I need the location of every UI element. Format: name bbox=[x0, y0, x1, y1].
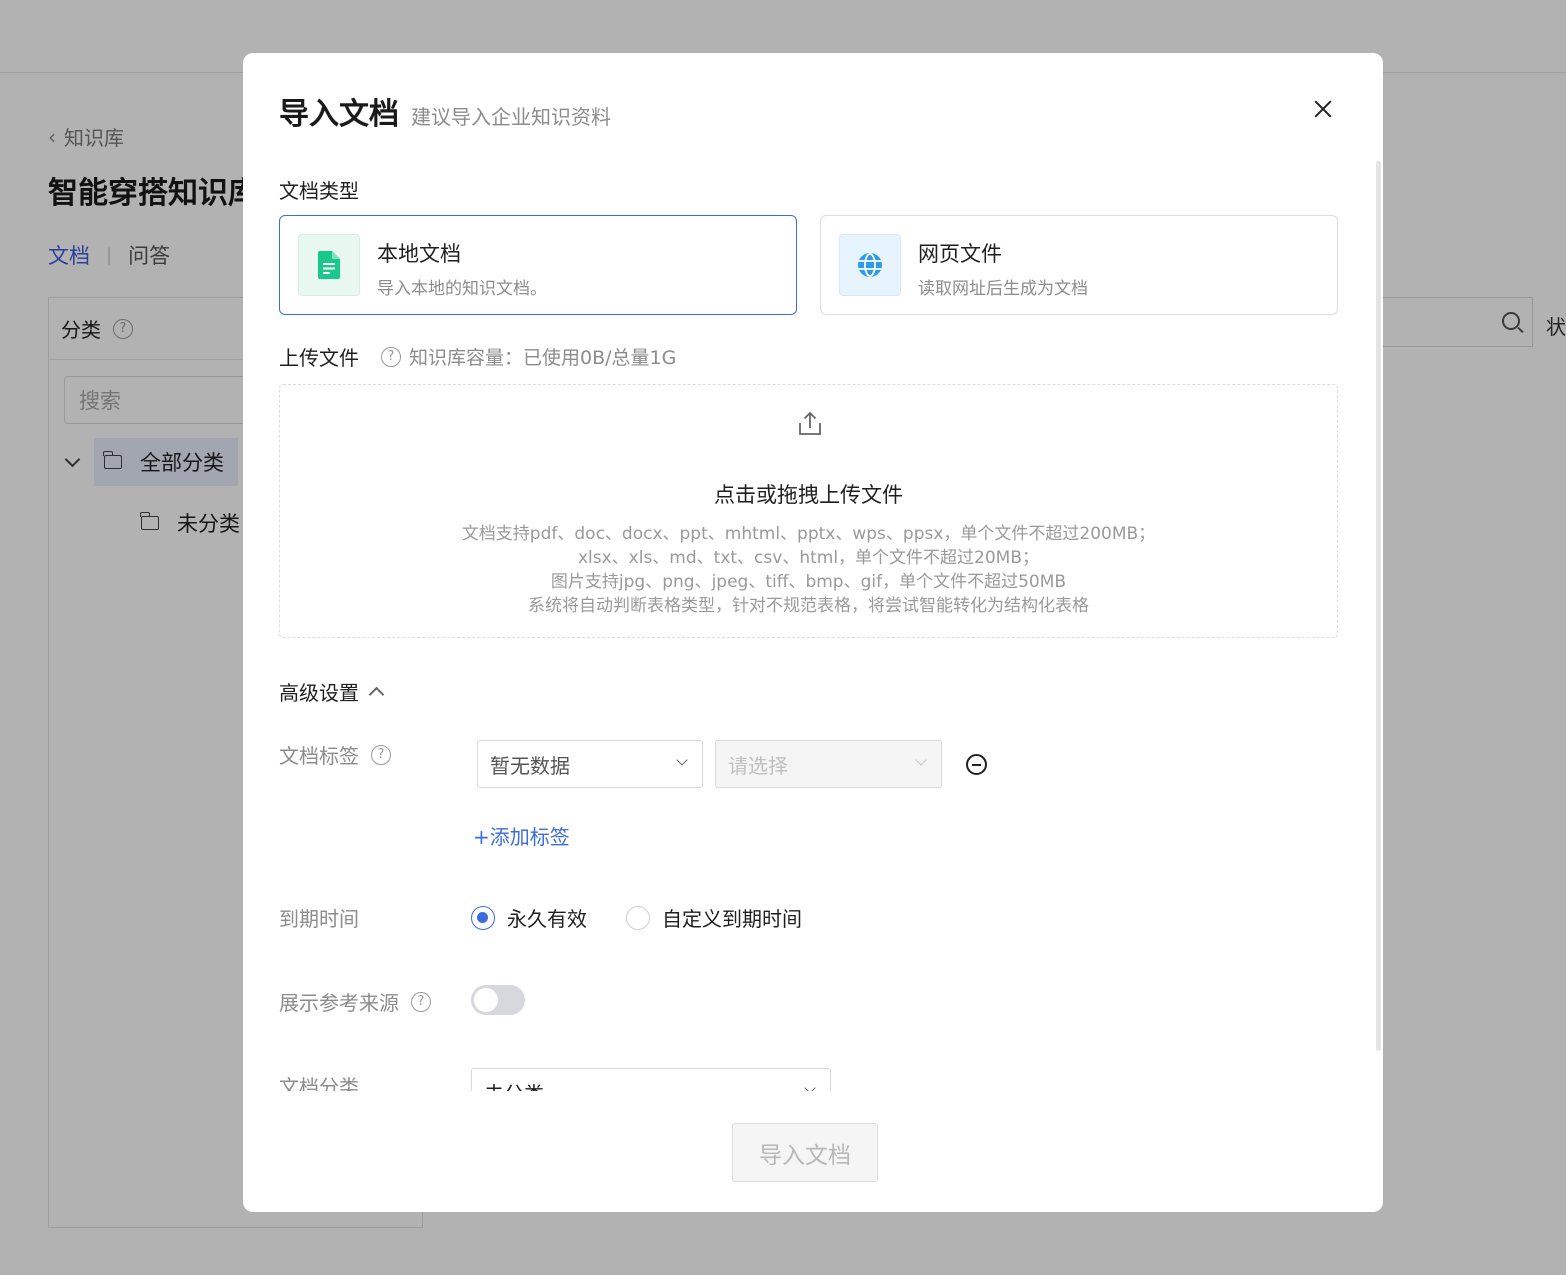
doc-type-local-title: 本地文档 bbox=[377, 242, 461, 266]
toggle-knob bbox=[474, 988, 498, 1012]
doc-type-web-desc: 读取网址后生成为文档 bbox=[918, 279, 1088, 299]
upload-desc-line: 图片支持jpg、png、jpeg、tiff、bmp、gif，单个文件不超过50M… bbox=[550, 572, 1067, 592]
doc-type-web-title: 网页文件 bbox=[918, 242, 1002, 266]
import-document-modal: 导入文档 建议导入企业知识资料 文档类型 本地文档 导入本地的知识文档。 网页文… bbox=[243, 53, 1383, 1212]
close-icon[interactable] bbox=[1311, 97, 1335, 121]
modal-subtitle: 建议导入企业知识资料 bbox=[411, 105, 611, 129]
capacity-hint: ? 知识库容量：已使用0B/总量1G bbox=[381, 343, 676, 370]
chevron-down-icon bbox=[804, 1082, 816, 1091]
modal-header: 导入文档 建议导入企业知识资料 bbox=[279, 89, 611, 133]
doc-type-local[interactable]: 本地文档 导入本地的知识文档。 bbox=[279, 215, 797, 315]
expiry-label: 到期时间 bbox=[279, 907, 359, 931]
doc-type-web[interactable]: 网页文件 读取网址后生成为文档 bbox=[820, 215, 1338, 315]
import-submit-button[interactable]: 导入文档 bbox=[732, 1123, 878, 1182]
help-icon[interactable]: ? bbox=[371, 744, 391, 765]
document-icon bbox=[298, 234, 360, 296]
capacity-hint-text: 知识库容量：已使用0B/总量1G bbox=[409, 347, 677, 369]
chevron-down-icon bbox=[915, 754, 927, 766]
category-select[interactable]: 未分类 bbox=[471, 1068, 831, 1091]
upload-label: 上传文件 bbox=[279, 346, 359, 370]
radio-label: 永久有效 bbox=[507, 907, 587, 931]
chevron-down-icon bbox=[676, 754, 688, 766]
help-icon[interactable]: ? bbox=[381, 346, 401, 367]
upload-desc-line: 文档支持pdf、doc、docx、ppt、mhtml、pptx、wps、ppsx… bbox=[461, 524, 1156, 544]
doc-type-label: 文档类型 bbox=[279, 179, 359, 203]
modal-title: 导入文档 bbox=[279, 97, 399, 132]
tag-category-value: 暂无数据 bbox=[490, 753, 570, 778]
advanced-settings-label: 高级设置 bbox=[279, 681, 359, 705]
doc-type-local-desc: 导入本地的知识文档。 bbox=[377, 279, 547, 299]
upload-desc-line: 系统将自动判断表格类型，针对不规范表格，将尝试智能转化为结构化表格 bbox=[528, 596, 1089, 616]
chevron-up-icon bbox=[368, 686, 385, 703]
upload-main-text: 点击或拖拽上传文件 bbox=[714, 483, 903, 507]
tag-value-placeholder: 请选择 bbox=[728, 753, 788, 778]
radio-unchecked-icon[interactable] bbox=[626, 905, 650, 930]
help-icon[interactable]: ? bbox=[411, 991, 431, 1012]
expiry-permanent-radio[interactable]: 永久有效 bbox=[471, 903, 587, 932]
tag-category-select[interactable]: 暂无数据 bbox=[477, 740, 703, 788]
advanced-settings-toggle[interactable]: 高级设置 bbox=[279, 677, 385, 706]
remove-tag-icon[interactable] bbox=[966, 754, 987, 775]
radio-checked-icon[interactable] bbox=[471, 905, 495, 930]
tags-label-row: 文档标签 ? bbox=[279, 740, 391, 769]
globe-icon bbox=[839, 234, 901, 296]
tags-label: 文档标签 bbox=[279, 744, 359, 768]
category-value: 未分类 bbox=[484, 1078, 544, 1092]
show-source-label: 展示参考来源 bbox=[279, 991, 399, 1015]
modal-scrollbar[interactable] bbox=[1376, 161, 1381, 1051]
category-label: 文档分类 bbox=[279, 1075, 359, 1091]
show-source-toggle[interactable] bbox=[471, 985, 525, 1015]
show-source-label-row: 展示参考来源 ? bbox=[279, 987, 431, 1016]
upload-icon bbox=[797, 411, 823, 441]
scroll-clip-area: 文档分类 未分类 bbox=[243, 1063, 1383, 1091]
upload-desc-line: xlsx、xls、md、txt、csv、html，单个文件不超过20MB； bbox=[577, 548, 1040, 568]
add-tag-button[interactable]: +添加标签 bbox=[473, 821, 570, 850]
tag-value-select[interactable]: 请选择 bbox=[715, 740, 942, 788]
upload-dropzone[interactable]: 点击或拖拽上传文件 文档支持pdf、doc、docx、ppt、mhtml、ppt… bbox=[279, 384, 1338, 638]
expiry-custom-radio[interactable]: 自定义到期时间 bbox=[626, 903, 802, 932]
radio-label: 自定义到期时间 bbox=[662, 907, 802, 931]
